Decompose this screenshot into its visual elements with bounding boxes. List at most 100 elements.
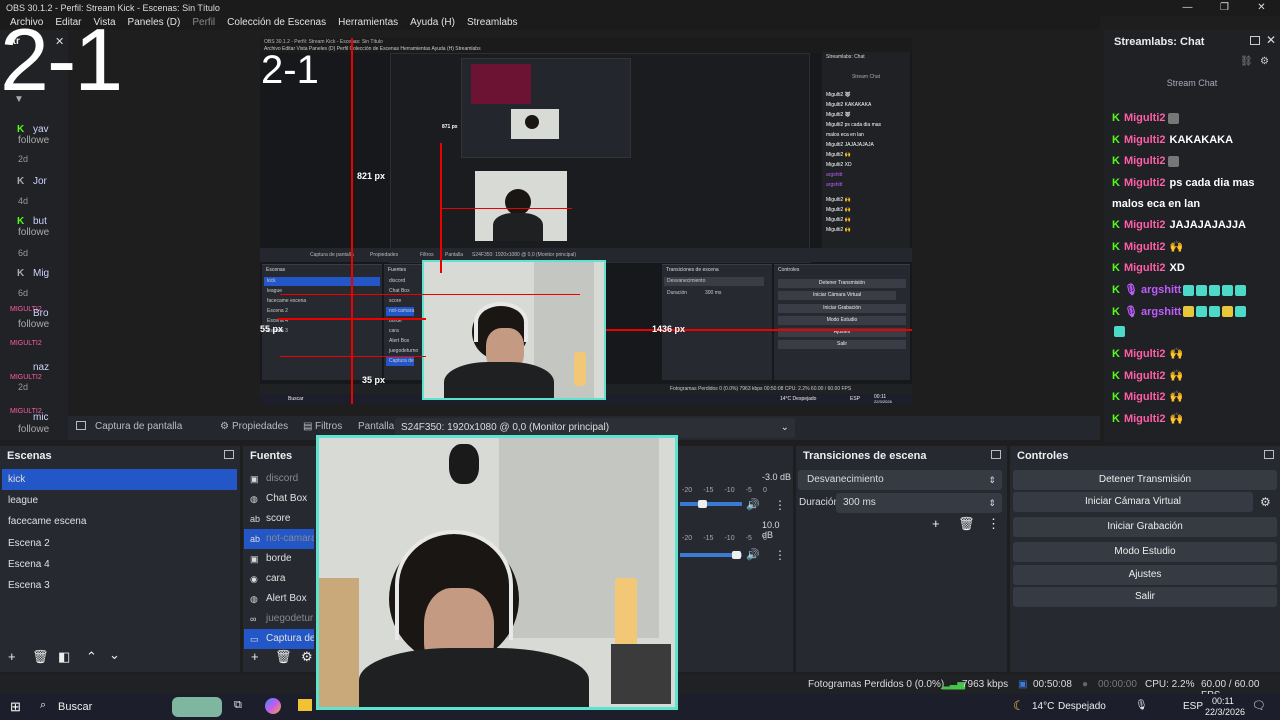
studio-mode-button[interactable]: Modo Estudio [1013, 542, 1277, 562]
gear-icon[interactable]: ⚙ [220, 421, 229, 432]
stop-stream-button[interactable]: Detener Transmisión [1013, 470, 1277, 490]
transitions-dock: Transiciones de escena Desvanecimiento ⇕… [796, 446, 1007, 672]
menu-help[interactable]: Ayuda (H) [404, 16, 461, 30]
copilot-icon[interactable] [265, 698, 281, 714]
guide-line [280, 294, 580, 295]
emote-icon [1235, 284, 1247, 296]
source-item[interactable]: ∞ juegodeturno [244, 609, 314, 629]
popout-icon[interactable] [224, 450, 234, 459]
image-icon: ▣ [250, 474, 259, 484]
chevron-down-icon[interactable]: ⌄ [109, 647, 120, 663]
popout-icon[interactable] [991, 450, 1001, 459]
chat-username[interactable]: Migulti2 [1124, 112, 1166, 124]
scene-item-escena-2[interactable]: Escena 2 [2, 533, 237, 554]
volume-slider[interactable] [680, 502, 742, 506]
chat-username[interactable]: Migulti2 [1124, 391, 1166, 403]
trash-icon[interactable]: 🗑 [32, 649, 49, 665]
gear-icon[interactable]: ⚙ [301, 649, 313, 665]
chat-username[interactable]: argshitt [1141, 306, 1181, 318]
transition-select[interactable]: Desvanecimiento ⇕ [798, 470, 1002, 490]
source-item[interactable]: ▭ Captura de [244, 629, 314, 649]
clock-date[interactable]: 22/3/2026 [1205, 707, 1245, 717]
popout-icon[interactable] [1250, 36, 1260, 45]
speaker-icon[interactable]: 🔊 [746, 498, 760, 511]
source-label: cara [266, 573, 286, 584]
close-button[interactable]: ✕ [1243, 0, 1280, 16]
source-item[interactable]: ◉ cara [244, 569, 314, 589]
minimize-button[interactable]: — [1169, 0, 1206, 16]
chat-username[interactable]: Migulti2 [1124, 413, 1166, 425]
source-item[interactable]: ab not-camara [244, 529, 314, 549]
folder-icon[interactable] [298, 699, 312, 711]
menu-docks[interactable]: Paneles (D) [122, 16, 187, 30]
close-icon[interactable]: ✕ [1266, 33, 1276, 47]
settings-button[interactable]: Ajustes [1013, 565, 1277, 585]
measure-label: 821 px [357, 171, 386, 181]
chat-username[interactable]: Migulti2 [1124, 219, 1166, 231]
link-icon[interactable]: ⛓ [1240, 56, 1253, 67]
source-item[interactable]: ◍ Chat Box [244, 489, 314, 509]
chat-username[interactable]: Migulti2 [1124, 134, 1166, 146]
clock-time[interactable]: 00:11 [1212, 696, 1234, 706]
properties-button[interactable]: Propiedades [232, 421, 288, 432]
filters-button[interactable]: Filtros [315, 421, 342, 432]
stepper-icon[interactable]: ⇕ [988, 493, 996, 513]
trash-icon[interactable]: 🗑 [958, 516, 975, 532]
stream-time: 00:50:08 [1033, 679, 1072, 690]
filters-icon[interactable]: ▤ [303, 421, 312, 432]
chat-username[interactable]: Migulti2 [1124, 262, 1166, 274]
windows-icon[interactable]: ⊞ [10, 699, 21, 715]
scene-item-league[interactable]: league [2, 490, 237, 511]
search-icon[interactable]: ⌕ [40, 699, 46, 712]
task-view-icon[interactable]: ⧉ [234, 699, 242, 712]
more-icon[interactable]: ⋮ [774, 548, 786, 562]
menu-streamlabs[interactable]: Streamlabs [461, 16, 524, 30]
source-item[interactable]: ◍ Alert Box [244, 589, 314, 609]
add-scene-button[interactable]: + [8, 649, 16, 664]
virtual-camera-button[interactable]: Iniciar Cámara Virtual [1013, 492, 1253, 512]
scene-item-escena-4[interactable]: Escena 4 [2, 554, 237, 575]
source-item[interactable]: ▣ discord [244, 469, 314, 489]
widget-image[interactable] [172, 697, 222, 717]
gear-icon[interactable]: ⚙ [1260, 495, 1271, 509]
duration-input[interactable]: 300 ms ⇕ [836, 493, 1002, 513]
source-item[interactable]: ▣ borde [244, 549, 314, 569]
chat-message: K Migulti2 🙌 [1112, 240, 1183, 253]
menu-scene-collection[interactable]: Colección de Escenas [221, 16, 332, 30]
volume-handle[interactable] [698, 500, 707, 508]
exit-button[interactable]: Salir [1013, 587, 1277, 607]
speaker-icon[interactable]: 🔊 [746, 548, 760, 561]
taskbar-search[interactable]: Buscar [58, 701, 92, 713]
more-icon[interactable]: ⋮ [987, 516, 1000, 532]
nested-chat-dock: Streamlabs: Chat Stream Chat Migulti2 🐺 … [822, 52, 910, 262]
chat-username[interactable]: Migulti2 [1124, 241, 1166, 253]
add-transition-button[interactable]: + [932, 516, 940, 531]
chat-username[interactable]: Migulti2 [1124, 177, 1166, 189]
volume-handle[interactable] [732, 551, 741, 559]
record-time: 00:00:00 [1098, 679, 1137, 690]
emote-icon [1183, 284, 1195, 296]
add-source-button[interactable]: + [251, 649, 259, 664]
scene-item-kick[interactable]: kick [2, 469, 237, 490]
menu-profile[interactable]: Perfil [186, 16, 221, 30]
scene-item-facecame[interactable]: facecame escena [2, 511, 237, 532]
menu-tools[interactable]: Herramientas [332, 16, 404, 30]
source-item[interactable]: ab score [244, 509, 314, 529]
chevron-up-icon[interactable]: ⌃ [86, 649, 97, 665]
notification-icon[interactable]: 🗨 [1252, 699, 1266, 712]
trash-icon[interactable]: 🗑 [275, 649, 292, 665]
popout-icon[interactable] [1264, 450, 1274, 459]
chat-username[interactable]: Migulti2 [1124, 155, 1166, 167]
mic-icon[interactable]: 🎙 [1135, 700, 1148, 711]
scene-item-escena-3[interactable]: Escena 3 [2, 575, 237, 596]
chat-username[interactable]: argshitt [1141, 284, 1181, 296]
lang-indicator[interactable]: ESP [1183, 701, 1203, 712]
filter-icon[interactable]: ◧ [58, 649, 70, 665]
maximize-button[interactable]: ❐ [1206, 0, 1243, 16]
preview-screen-capture[interactable]: OBS 30.1.2 - Perfil: Stream Kick - Escen… [260, 38, 912, 404]
gear-icon[interactable]: ⚙ [1260, 56, 1269, 67]
chat-username[interactable]: Migulti2 [1124, 348, 1166, 360]
record-button[interactable]: Iniciar Grabación [1013, 517, 1277, 537]
chat-username[interactable]: Migulti2 [1124, 370, 1166, 382]
more-icon[interactable]: ⋮ [774, 498, 786, 512]
